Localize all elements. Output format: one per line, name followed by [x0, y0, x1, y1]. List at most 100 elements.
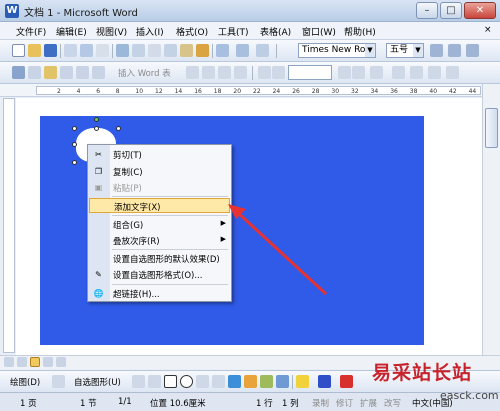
justify-icon[interactable]	[466, 44, 479, 57]
menu-tools[interactable]: 工具(T)	[218, 25, 249, 38]
toolbar-icon[interactable]	[446, 66, 459, 79]
resize-handle[interactable]	[72, 160, 77, 165]
align-icon[interactable]	[430, 44, 443, 57]
vertical-scrollbar[interactable]	[482, 84, 500, 358]
research-icon[interactable]	[132, 44, 145, 57]
redo-icon[interactable]	[236, 44, 249, 57]
menu-item-copy[interactable]: ❐ 复制(C)	[89, 164, 230, 179]
menu-item-order[interactable]: 叠放次序(R) ▶	[89, 233, 230, 248]
resize-handle[interactable]	[116, 126, 121, 131]
menu-edit[interactable]: 编辑(E)	[56, 25, 87, 38]
menu-help[interactable]: 帮助(H)	[344, 25, 376, 38]
scrollbar-thumb[interactable]	[485, 108, 498, 148]
picture-icon[interactable]	[276, 375, 289, 388]
oval-icon[interactable]	[180, 375, 193, 388]
close-document-icon[interactable]: ×	[484, 25, 492, 35]
chevron-down-icon[interactable]: ▼	[413, 44, 423, 57]
rotation-handle[interactable]	[94, 117, 99, 122]
toolbar-icon[interactable]	[218, 66, 231, 79]
copy-icon[interactable]	[164, 44, 177, 57]
font-color-icon[interactable]	[340, 375, 353, 388]
status-trk[interactable]: 修订	[336, 397, 353, 409]
save-icon[interactable]	[44, 44, 57, 57]
clipart-icon[interactable]	[260, 375, 273, 388]
toolbar-icon[interactable]	[234, 66, 247, 79]
arrow-icon[interactable]	[148, 375, 161, 388]
menu-item-cut[interactable]: ✂ 剪切(T)	[89, 147, 230, 162]
first-record-icon[interactable]	[258, 66, 271, 79]
cut-icon[interactable]	[148, 44, 161, 57]
print-icon[interactable]	[80, 44, 93, 57]
toolbar-icon[interactable]	[28, 66, 41, 79]
reading-view-icon[interactable]	[56, 357, 66, 367]
resize-handle[interactable]	[94, 126, 99, 131]
copy-icon: ❐	[94, 167, 103, 176]
vertical-textbox-icon[interactable]	[212, 375, 225, 388]
toolbar-icon[interactable]	[410, 66, 423, 79]
autoshapes-menu-button[interactable]: 自选图形(U)	[74, 376, 121, 388]
toolbar-icon[interactable]	[44, 66, 57, 79]
toolbar-icon[interactable]	[186, 66, 199, 79]
new-document-icon[interactable]	[12, 44, 25, 57]
toolbar-icon[interactable]	[12, 66, 25, 79]
menu-item-add-text[interactable]: 添加文字(X)	[89, 198, 230, 213]
toolbar-separator	[276, 44, 277, 58]
resize-handle[interactable]	[72, 142, 77, 147]
diagram-icon[interactable]	[244, 375, 257, 388]
font-size-combo[interactable]: 五号 ▼	[386, 43, 424, 58]
print-layout-view-icon[interactable]	[30, 357, 40, 367]
insert-word-table-button[interactable]: 插入 Word 表	[118, 67, 171, 79]
open-folder-icon[interactable]	[28, 44, 41, 57]
toolbar-icon[interactable]	[370, 66, 383, 79]
undo-icon[interactable]	[216, 44, 229, 57]
menu-view[interactable]: 视图(V)	[96, 25, 127, 38]
record-number-field[interactable]	[288, 65, 332, 80]
maximize-button[interactable]: □	[440, 2, 462, 19]
menu-item-hyperlink[interactable]: 🌐 超链接(H)...	[89, 286, 230, 301]
wordart-icon[interactable]	[228, 375, 241, 388]
previous-record-icon[interactable]	[272, 66, 285, 79]
permission-icon[interactable]	[64, 44, 77, 57]
minimize-button[interactable]: –	[416, 2, 438, 19]
menu-insert[interactable]: 插入(I)	[136, 25, 164, 38]
spelling-icon[interactable]	[116, 44, 129, 57]
menu-format[interactable]: 格式(O)	[176, 25, 208, 38]
fill-color-icon[interactable]	[296, 375, 309, 388]
line-icon[interactable]	[132, 375, 145, 388]
close-button[interactable]: ✕	[464, 2, 496, 19]
toolbar-icon[interactable]	[428, 66, 441, 79]
insert-table-icon[interactable]	[256, 44, 269, 57]
status-rec[interactable]: 录制	[312, 397, 329, 409]
menu-window[interactable]: 窗口(W)	[302, 25, 336, 38]
web-view-icon[interactable]	[17, 357, 27, 367]
paste-icon[interactable]	[180, 44, 193, 57]
resize-handle[interactable]	[72, 126, 77, 131]
menu-item-format-shape[interactable]: ✎ 设置自选图形格式(O)...	[89, 267, 230, 282]
last-record-icon[interactable]	[352, 66, 365, 79]
menu-item-paste[interactable]: ▣ 粘贴(P)	[89, 180, 230, 195]
toolbar-icon[interactable]	[392, 66, 405, 79]
textbox-icon[interactable]	[196, 375, 209, 388]
normal-view-icon[interactable]	[4, 357, 14, 367]
print-preview-icon[interactable]	[96, 44, 109, 57]
menu-file[interactable]: 文件(F)	[16, 25, 46, 38]
chevron-down-icon[interactable]: ▼	[365, 44, 375, 57]
menu-item-set-default[interactable]: 设置自选图形的默认效果(D)	[89, 251, 230, 266]
menu-item-group[interactable]: 组合(G) ▶	[89, 217, 230, 232]
toolbar-icon[interactable]	[92, 66, 105, 79]
line-color-icon[interactable]	[318, 375, 331, 388]
select-objects-icon[interactable]	[52, 375, 65, 388]
format-painter-icon[interactable]	[196, 44, 209, 57]
toolbar-icon[interactable]	[76, 66, 89, 79]
horizontal-ruler[interactable]: 2 4 6 8 10 12 14 16 18 20 22 24 26 28 30 32 34 36 38 40 42 44	[0, 84, 500, 97]
menu-table[interactable]: 表格(A)	[260, 25, 291, 38]
vertical-ruler[interactable]	[3, 98, 15, 353]
next-record-icon[interactable]	[338, 66, 351, 79]
draw-menu-button[interactable]: 绘图(D)	[10, 376, 40, 388]
outline-view-icon[interactable]	[43, 357, 53, 367]
toolbar-icon[interactable]	[202, 66, 215, 79]
toolbar-icon[interactable]	[60, 66, 73, 79]
align-right-icon[interactable]	[448, 44, 461, 57]
rectangle-icon[interactable]	[164, 375, 177, 388]
font-name-combo[interactable]: Times New Roman ▼	[298, 43, 376, 58]
